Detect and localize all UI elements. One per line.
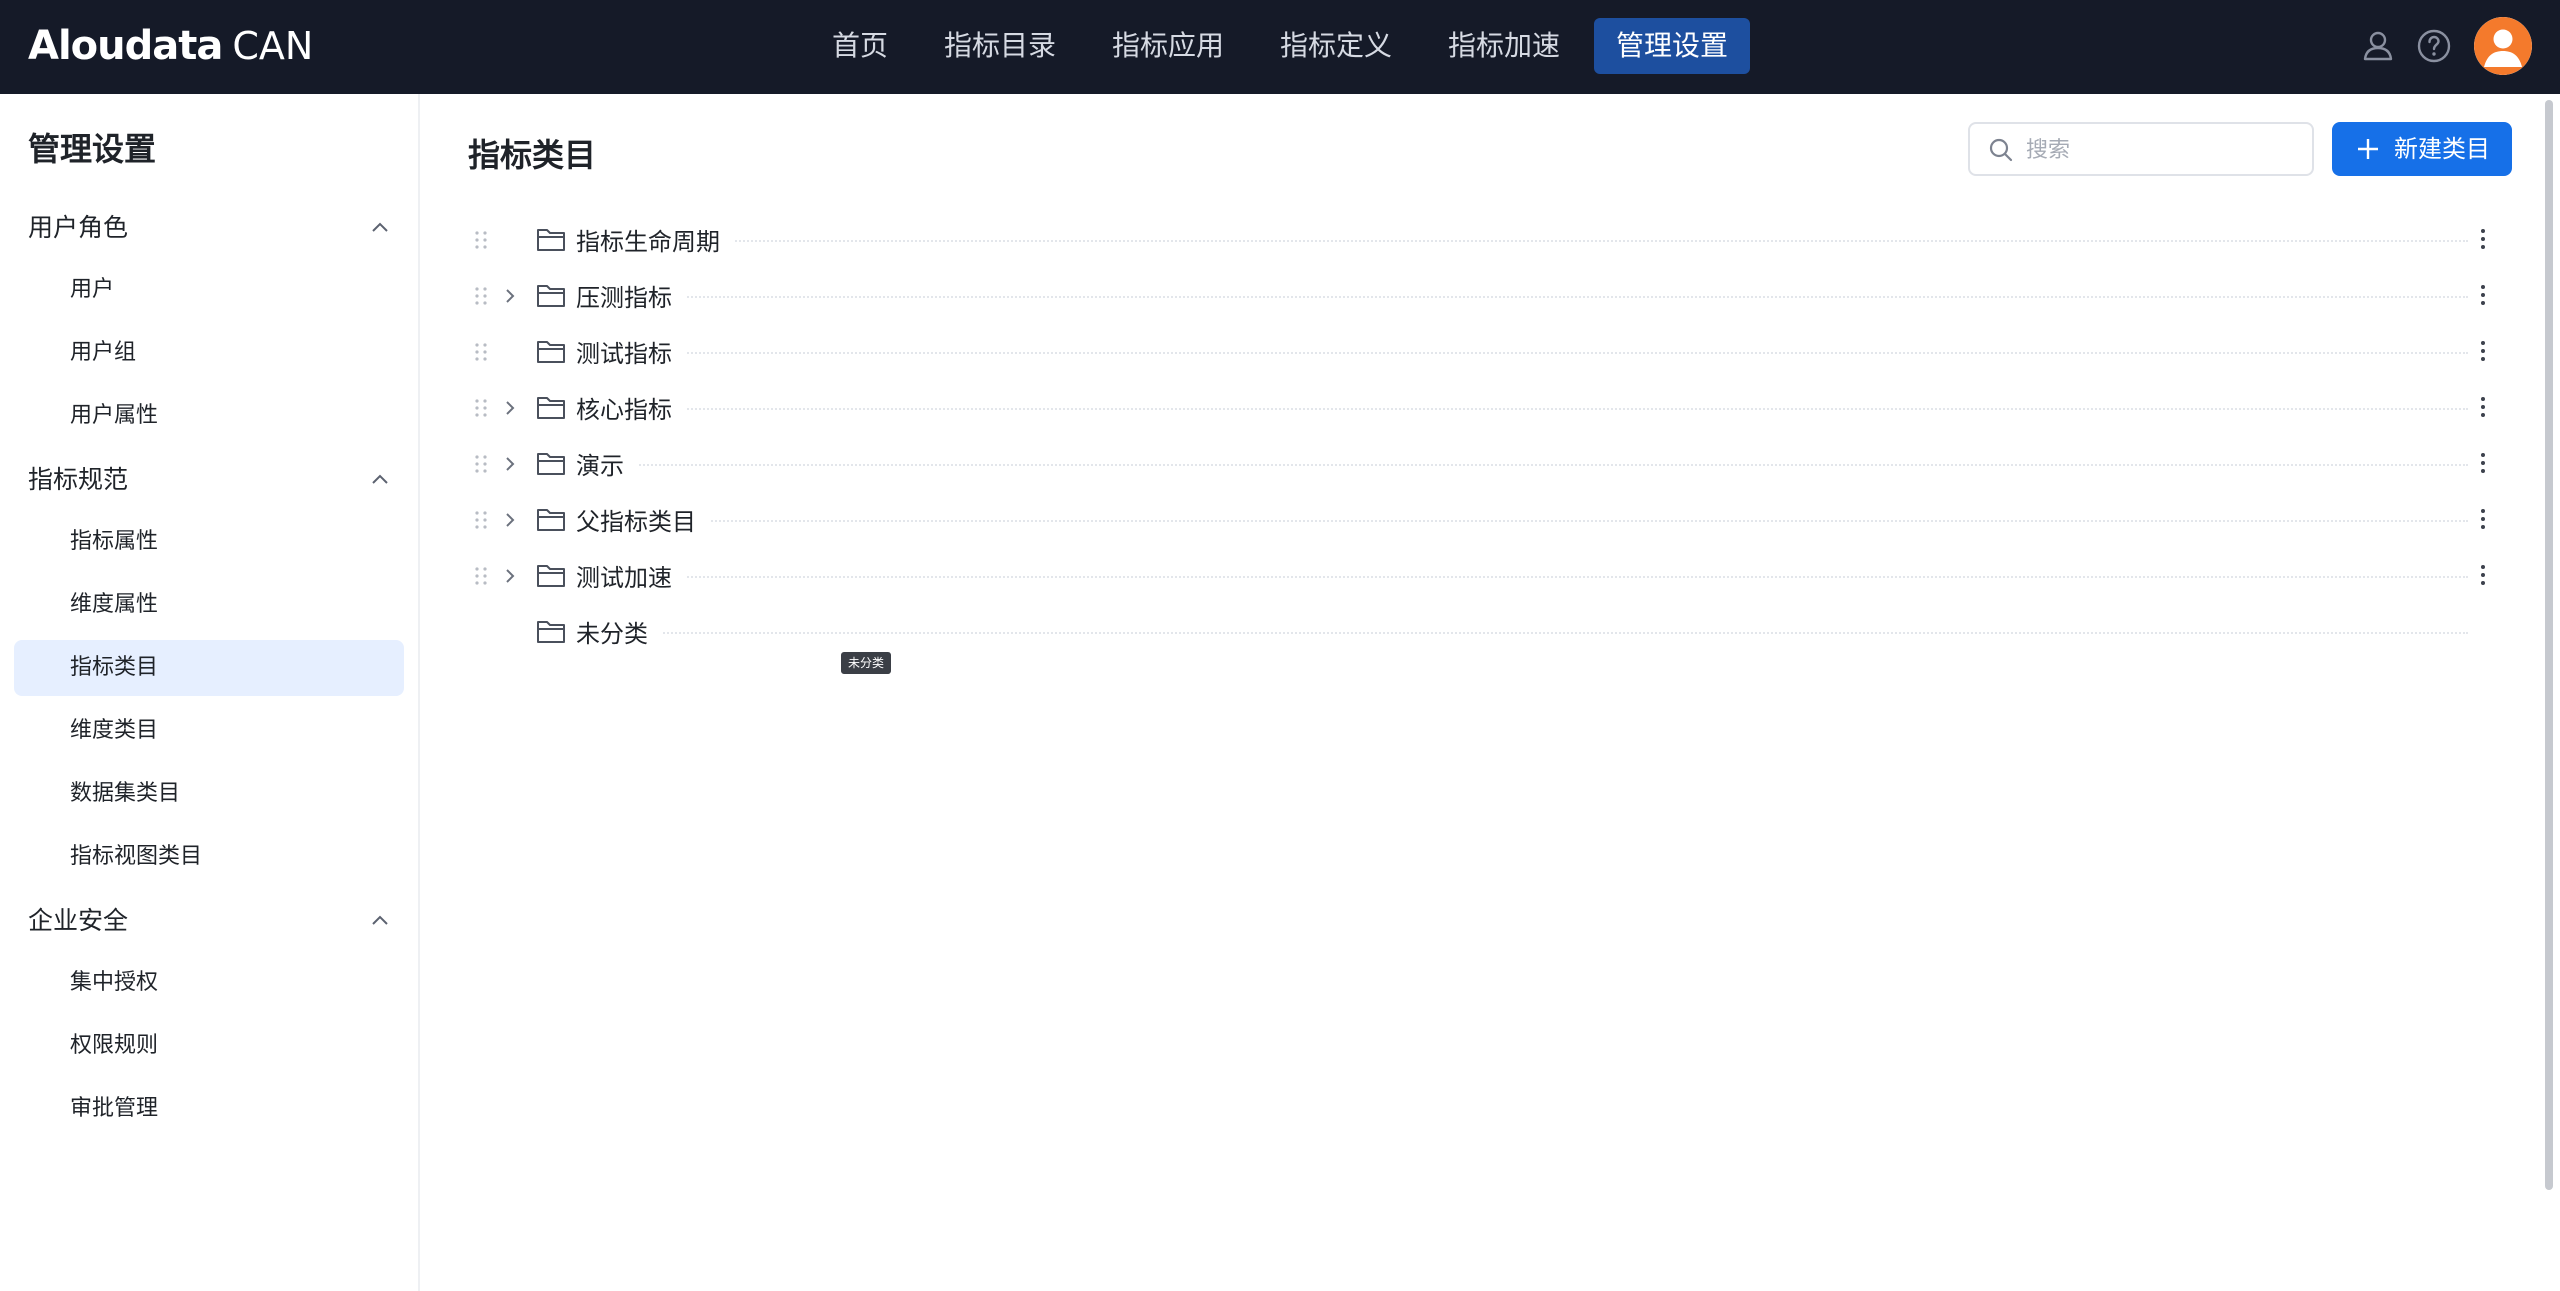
tree-node-label[interactable]: 父指标类目	[576, 502, 710, 537]
folder-icon	[537, 285, 565, 307]
page-title: 指标类目	[468, 136, 597, 174]
chevron-right-icon[interactable]	[500, 509, 520, 531]
row-divider	[576, 240, 2468, 242]
chevron-right-icon[interactable]	[500, 453, 520, 475]
more-vertical-icon[interactable]	[2478, 280, 2488, 310]
avatar-icon	[2474, 17, 2532, 75]
sidebar-group-label: 企业安全	[28, 906, 129, 935]
tree-node-label[interactable]: 测试指标	[576, 334, 686, 369]
sidebar-group-metric-standards[interactable]: 指标规范	[28, 458, 398, 502]
tree-node-label[interactable]: 演示	[576, 446, 638, 481]
sidebar-item-central-authorization[interactable]: 集中授权	[14, 955, 404, 1011]
sidebar-group-user-roles[interactable]: 用户角色	[28, 206, 398, 250]
folder-icon	[537, 565, 565, 587]
logo-product: CAN	[232, 24, 314, 68]
sidebar-item-approval-management[interactable]: 审批管理	[14, 1081, 404, 1137]
tree-row[interactable]: 测试加速	[420, 548, 2560, 604]
sidebar-item-metric-categories[interactable]: 指标类目	[14, 640, 404, 696]
sidebar-title: 管理设置	[28, 130, 157, 168]
sidebar-item-dimension-categories[interactable]: 维度类目	[14, 703, 404, 759]
sidebar-item-dimension-attributes[interactable]: 维度属性	[14, 577, 404, 633]
drag-handle-icon[interactable]	[474, 454, 488, 474]
tree-node-label[interactable]: 压测指标	[576, 278, 686, 313]
tree-node-label[interactable]: 指标生命周期	[576, 222, 734, 257]
sidebar-item-dataset-categories[interactable]: 数据集类目	[14, 766, 404, 822]
tree-row[interactable]: 未分类	[420, 604, 2560, 660]
nav-item-metric-catalog[interactable]: 指标目录	[922, 18, 1078, 74]
nav-item-admin-settings[interactable]: 管理设置	[1594, 18, 1751, 74]
avatar[interactable]	[2474, 17, 2532, 75]
folder-icon	[537, 341, 565, 363]
top-navigation-bar: Aloudata CAN 首页 指标目录 指标应用 指标定义 指标加速 管理设置	[0, 0, 2560, 94]
sidebar-item-permission-rules[interactable]: 权限规则	[14, 1018, 404, 1074]
more-vertical-icon[interactable]	[2478, 504, 2488, 534]
tree-row[interactable]: 指标生命周期	[420, 212, 2560, 268]
search-input[interactable]	[2024, 134, 2298, 166]
sidebar-group-label: 指标规范	[28, 465, 129, 494]
sidebar-item-users[interactable]: 用户	[14, 262, 404, 318]
chevron-up-icon	[372, 222, 388, 232]
more-vertical-icon[interactable]	[2478, 224, 2488, 254]
row-divider	[576, 576, 2468, 578]
chevron-up-icon	[372, 915, 388, 925]
tree-node-label[interactable]: 未分类	[576, 614, 662, 649]
folder-icon	[537, 509, 565, 531]
row-divider	[576, 296, 2468, 298]
row-divider	[576, 408, 2468, 410]
drag-handle-icon[interactable]	[474, 510, 488, 530]
sidebar-item-user-attributes[interactable]: 用户属性	[14, 388, 404, 444]
tree-node-label[interactable]: 核心指标	[576, 390, 686, 425]
chevron-up-icon	[372, 474, 388, 484]
nav-item-metric-definition[interactable]: 指标定义	[1258, 18, 1414, 74]
tree-row[interactable]: 演示	[420, 436, 2560, 492]
app-logo[interactable]: Aloudata CAN	[28, 18, 313, 74]
folder-icon	[537, 453, 565, 475]
new-category-label: 新建类目	[2394, 135, 2490, 163]
help-icon[interactable]	[2416, 28, 2452, 64]
more-vertical-icon[interactable]	[2478, 560, 2488, 590]
drag-handle-icon[interactable]	[474, 286, 488, 306]
tree-node-label[interactable]: 测试加速	[576, 558, 686, 593]
folder-icon	[537, 621, 565, 643]
logo-brand: Aloudata	[28, 23, 223, 69]
sidebar: 管理设置 用户角色 用户 用户组 用户属性 指标规范 指标属性 维度属性 指标类…	[0, 94, 420, 1291]
row-divider	[576, 520, 2468, 522]
tree-row[interactable]: 压测指标	[420, 268, 2560, 324]
drag-handle-icon[interactable]	[474, 342, 488, 362]
row-divider	[576, 632, 2468, 634]
row-divider	[576, 352, 2468, 354]
drag-handle-icon[interactable]	[474, 398, 488, 418]
new-category-button[interactable]: 新建类目	[2332, 122, 2512, 176]
drag-handle-icon[interactable]	[474, 230, 488, 250]
more-vertical-icon[interactable]	[2478, 392, 2488, 422]
nav-item-metric-apps[interactable]: 指标应用	[1090, 18, 1246, 74]
nav-item-home[interactable]: 首页	[810, 18, 910, 74]
search-icon	[1989, 138, 2013, 162]
sidebar-item-metric-view-categories[interactable]: 指标视图类目	[14, 829, 404, 885]
nav-item-metric-acceleration[interactable]: 指标加速	[1426, 18, 1582, 74]
row-divider	[576, 464, 2468, 466]
folder-icon	[537, 229, 565, 251]
more-vertical-icon[interactable]	[2478, 448, 2488, 478]
plus-icon	[2358, 139, 2378, 159]
sidebar-item-user-groups[interactable]: 用户组	[14, 325, 404, 381]
more-vertical-icon[interactable]	[2478, 336, 2488, 366]
drag-handle-icon[interactable]	[474, 566, 488, 586]
folder-icon	[537, 397, 565, 419]
tree-row[interactable]: 测试指标	[420, 324, 2560, 380]
chevron-right-icon[interactable]	[500, 285, 520, 307]
chevron-right-icon[interactable]	[500, 397, 520, 419]
search-box[interactable]	[1968, 122, 2314, 176]
tooltip: 未分类	[841, 652, 892, 674]
chevron-right-icon[interactable]	[500, 565, 520, 587]
sidebar-group-enterprise-security[interactable]: 企业安全	[28, 899, 398, 943]
tree-row[interactable]: 父指标类目	[420, 492, 2560, 548]
sidebar-item-metric-attributes[interactable]: 指标属性	[14, 514, 404, 570]
scrollbar[interactable]	[2545, 100, 2553, 1190]
sidebar-group-label: 用户角色	[28, 213, 129, 242]
main-content: 指标类目 新建类目 指标生命周期 压测指标 测试指标	[420, 94, 2560, 1291]
user-icon[interactable]	[2360, 28, 2396, 64]
tree-row[interactable]: 核心指标	[420, 380, 2560, 436]
